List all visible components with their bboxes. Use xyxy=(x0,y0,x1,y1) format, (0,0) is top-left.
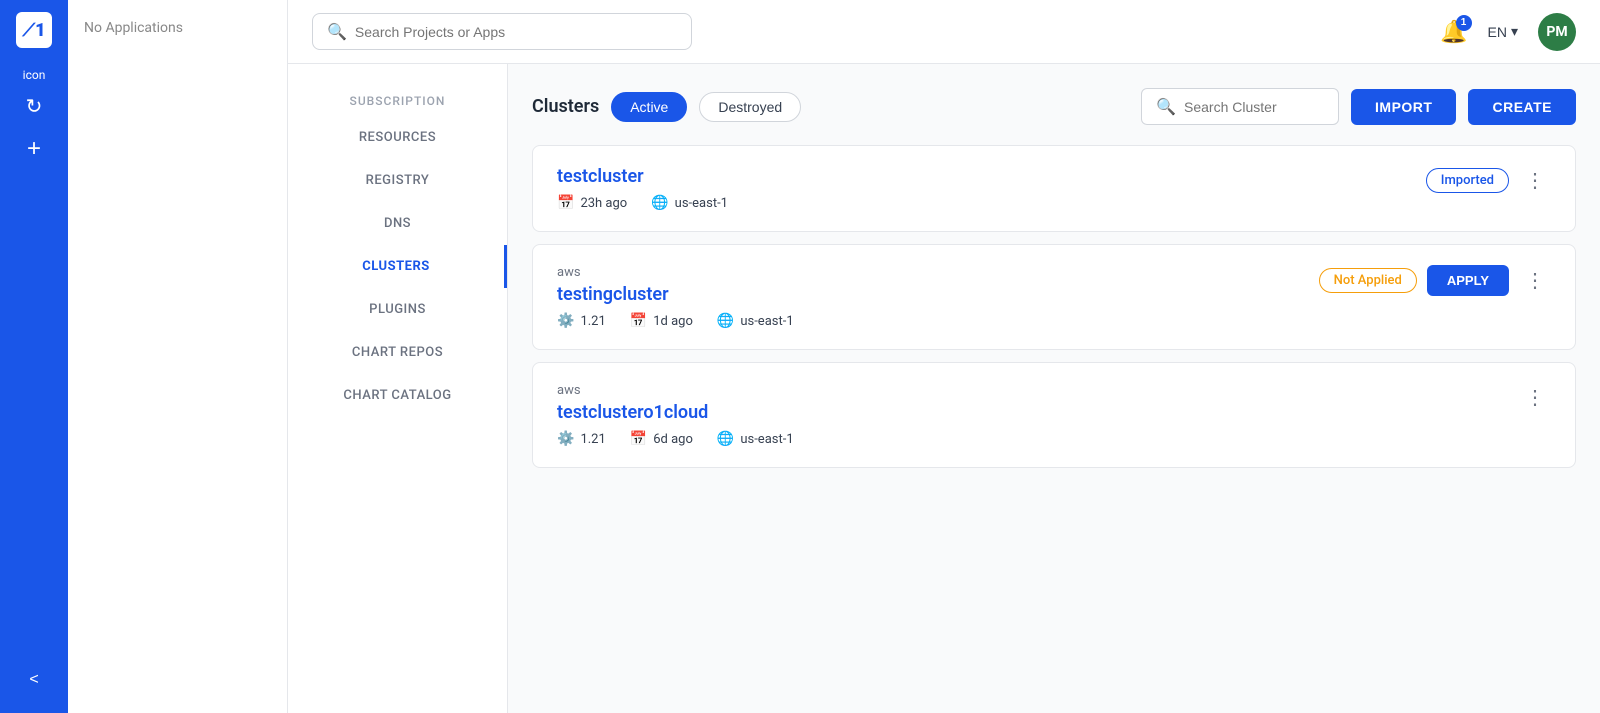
calendar-icon: 📅 xyxy=(630,431,647,447)
sidebar-item-clusters[interactable]: CLUSTERS xyxy=(288,245,507,288)
cluster-card-header: testcluster 📅 23h ago 🌐 us-east-1 xyxy=(557,166,1551,211)
search-cluster-box[interactable]: 🔍 xyxy=(1141,88,1339,125)
language-button[interactable]: EN ▾ xyxy=(1488,23,1518,40)
avatar[interactable]: PM xyxy=(1538,13,1576,51)
cluster-region-value: us-east-1 xyxy=(740,314,793,329)
gear-icon: ⚙️ xyxy=(557,313,574,329)
sidebar-item-chart-catalog[interactable]: CHART CATALOG xyxy=(288,374,507,417)
cluster-content: Clusters Active Destroyed 🔍 IMPORT CREAT… xyxy=(508,64,1600,713)
cluster-card: aws testingcluster ⚙️ 1.21 📅 1d ago xyxy=(532,244,1576,350)
badge-not-applied: Not Applied xyxy=(1319,268,1417,293)
clusters-header: Clusters Active Destroyed 🔍 IMPORT CREAT… xyxy=(532,88,1576,125)
logo-mark: ⟋1 xyxy=(16,12,52,48)
more-options-button[interactable]: ⋮ xyxy=(1519,383,1551,412)
cluster-provider: aws xyxy=(557,383,794,398)
badge-imported: Imported xyxy=(1426,168,1509,193)
gear-icon: ⚙️ xyxy=(557,431,574,447)
cluster-age: 📅 1d ago xyxy=(630,313,693,329)
chevron-down-icon: ▾ xyxy=(1511,23,1518,40)
cluster-version: ⚙️ 1.21 xyxy=(557,313,606,329)
add-button[interactable]: + xyxy=(27,135,41,163)
logo-area: ⟋1 xyxy=(16,12,52,48)
tab-active[interactable]: Active xyxy=(611,92,687,122)
cluster-name[interactable]: testingcluster xyxy=(557,284,794,305)
search-cluster-icon: 🔍 xyxy=(1156,97,1176,116)
sidebar-item-chart-repos[interactable]: CHART REPOS xyxy=(288,331,507,374)
more-options-button[interactable]: ⋮ xyxy=(1519,166,1551,195)
clusters-title: Clusters xyxy=(532,96,599,117)
cluster-meta: ⚙️ 1.21 📅 1d ago 🌐 us-east-1 xyxy=(557,313,794,329)
cluster-card: aws testclustero1cloud ⚙️ 1.21 📅 6d ago xyxy=(532,362,1576,468)
cluster-region: 🌐 us-east-1 xyxy=(651,195,728,211)
logo-text: icon xyxy=(23,68,46,82)
cluster-version-value: 1.21 xyxy=(580,314,605,329)
calendar-icon: 📅 xyxy=(557,195,574,211)
topbar-right: 🔔 1 EN ▾ PM xyxy=(1440,13,1576,51)
cluster-card-header: aws testclustero1cloud ⚙️ 1.21 📅 6d ago xyxy=(557,383,1551,447)
notification-badge: 1 xyxy=(1456,15,1472,31)
cluster-version-value: 1.21 xyxy=(580,432,605,447)
cluster-card-header: aws testingcluster ⚙️ 1.21 📅 1d ago xyxy=(557,265,1551,329)
sidebar-item-plugins[interactable]: PLUGINS xyxy=(288,288,507,331)
cluster-age: 📅 6d ago xyxy=(630,431,693,447)
nav-subscription-label: SUBSCRIPTION xyxy=(288,80,507,116)
cluster-age-value: 1d ago xyxy=(653,314,693,329)
cluster-meta: 📅 23h ago 🌐 us-east-1 xyxy=(557,195,728,211)
more-options-button[interactable]: ⋮ xyxy=(1519,266,1551,295)
cluster-name[interactable]: testclustero1cloud xyxy=(557,402,794,423)
sidebar-item-registry[interactable]: REGISTRY xyxy=(288,159,507,202)
no-applications-label: No Applications xyxy=(68,0,287,56)
sidebar-left: ⟋1 icon ↻ + < xyxy=(0,0,68,713)
apply-button[interactable]: APPLY xyxy=(1427,265,1509,296)
notification-button[interactable]: 🔔 1 xyxy=(1440,19,1467,45)
topbar: 🔍 🔔 1 EN ▾ PM xyxy=(288,0,1600,64)
cluster-region-value: us-east-1 xyxy=(675,196,728,211)
cluster-region: 🌐 us-east-1 xyxy=(717,431,794,447)
cluster-card: testcluster 📅 23h ago 🌐 us-east-1 xyxy=(532,145,1576,232)
cluster-meta: ⚙️ 1.21 📅 6d ago 🌐 us-east-1 xyxy=(557,431,794,447)
card-actions: Imported ⋮ xyxy=(1426,166,1551,195)
search-projects-input[interactable] xyxy=(355,24,677,40)
nav-sidebar: SUBSCRIPTION RESOURCES REGISTRY DNS CLUS… xyxy=(288,64,508,713)
cluster-version: ⚙️ 1.21 xyxy=(557,431,606,447)
create-button[interactable]: CREATE xyxy=(1468,89,1576,125)
card-actions: Not Applied APPLY ⋮ xyxy=(1319,265,1551,296)
tab-destroyed[interactable]: Destroyed xyxy=(699,92,801,122)
cluster-region: 🌐 us-east-1 xyxy=(717,313,794,329)
content-area: SUBSCRIPTION RESOURCES REGISTRY DNS CLUS… xyxy=(288,64,1600,713)
sidebar-item-resources[interactable]: RESOURCES xyxy=(288,116,507,159)
sidebar-item-dns[interactable]: DNS xyxy=(288,202,507,245)
globe-icon: 🌐 xyxy=(651,195,668,211)
card-actions: ⋮ xyxy=(1519,383,1551,412)
main-area: 🔍 🔔 1 EN ▾ PM SUBSCRIPTION RESOURCES REG… xyxy=(288,0,1600,713)
globe-icon: 🌐 xyxy=(717,313,734,329)
import-button[interactable]: IMPORT xyxy=(1351,89,1456,125)
collapse-button[interactable]: < xyxy=(29,671,38,689)
refresh-button[interactable]: ↻ xyxy=(26,94,43,119)
cluster-age-value: 6d ago xyxy=(653,432,693,447)
calendar-icon: 📅 xyxy=(630,313,647,329)
cluster-name[interactable]: testcluster xyxy=(557,166,728,187)
cluster-age-value: 23h ago xyxy=(580,196,627,211)
cluster-region-value: us-east-1 xyxy=(740,432,793,447)
cluster-provider: aws xyxy=(557,265,794,280)
globe-icon: 🌐 xyxy=(717,431,734,447)
cluster-age: 📅 23h ago xyxy=(557,195,627,211)
sidebar-second: No Applications xyxy=(68,0,288,713)
language-label: EN xyxy=(1488,24,1507,40)
search-icon: 🔍 xyxy=(327,22,347,41)
search-projects-box[interactable]: 🔍 xyxy=(312,13,692,50)
search-cluster-input[interactable] xyxy=(1184,99,1324,115)
